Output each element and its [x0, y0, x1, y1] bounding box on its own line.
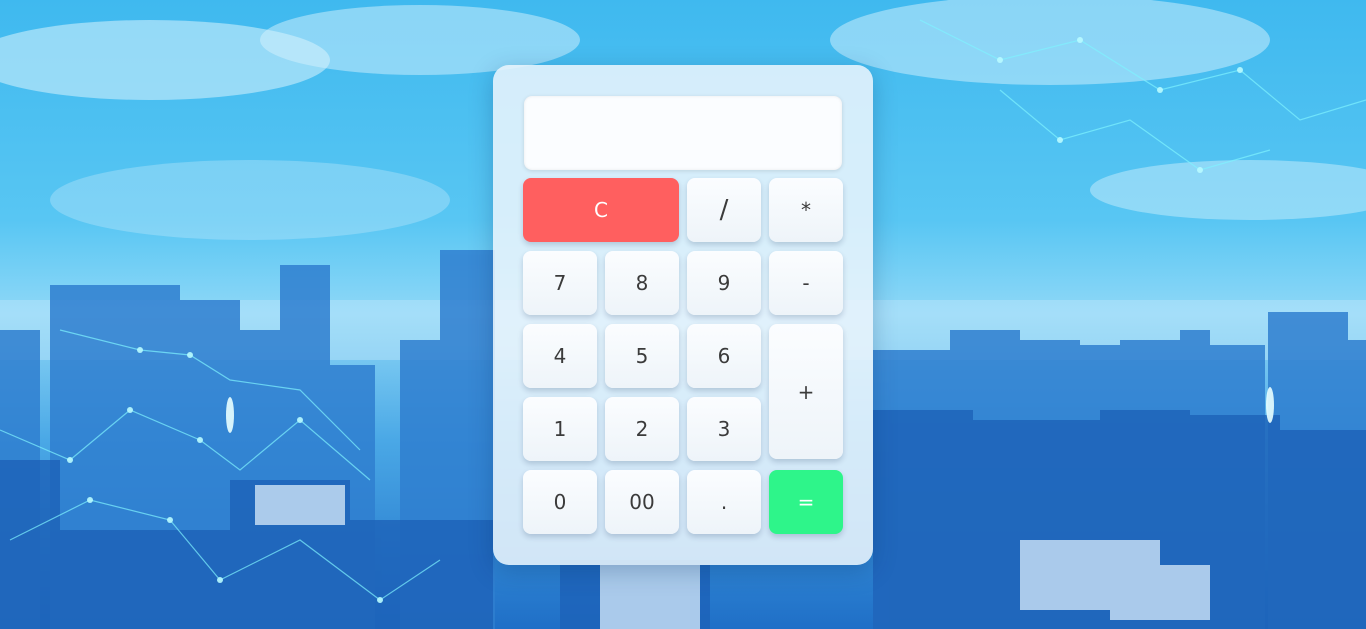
two-button[interactable]: 2 — [605, 397, 679, 461]
one-button[interactable]: 1 — [523, 397, 597, 461]
nine-button[interactable]: 9 — [687, 251, 761, 315]
clear-button[interactable]: C — [523, 178, 679, 242]
calculator-display — [524, 96, 842, 170]
equals-button[interactable]: = — [769, 470, 843, 534]
double-zero-button[interactable]: 00 — [605, 470, 679, 534]
three-button[interactable]: 3 — [687, 397, 761, 461]
multiply-button[interactable]: * — [769, 178, 843, 242]
calculator-panel: C / * 7 8 9 - 4 5 6 + 1 2 3 0 00 . = — [493, 65, 873, 565]
plus-button[interactable]: + — [769, 324, 843, 459]
zero-button[interactable]: 0 — [523, 470, 597, 534]
four-button[interactable]: 4 — [523, 324, 597, 388]
eight-button[interactable]: 8 — [605, 251, 679, 315]
five-button[interactable]: 5 — [605, 324, 679, 388]
divide-button[interactable]: / — [687, 178, 761, 242]
minus-button[interactable]: - — [769, 251, 843, 315]
seven-button[interactable]: 7 — [523, 251, 597, 315]
six-button[interactable]: 6 — [687, 324, 761, 388]
decimal-button[interactable]: . — [687, 470, 761, 534]
